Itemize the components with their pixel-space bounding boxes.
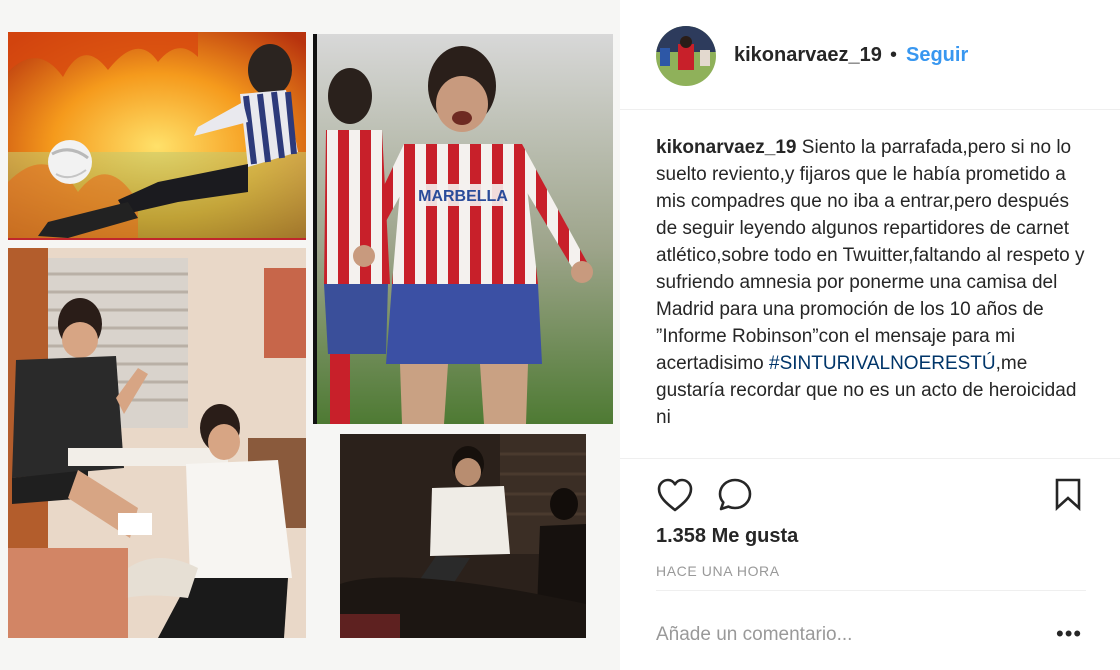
- photo-physio-room: [8, 248, 306, 638]
- post-header: kikonarvaez_19 • Seguir: [620, 0, 1120, 110]
- add-comment-section: •••: [656, 590, 1086, 670]
- divider-black: [313, 34, 317, 424]
- follow-button[interactable]: Seguir: [906, 44, 968, 67]
- shirt-sponsor-text: MARBELLA: [418, 188, 508, 205]
- post-timestamp: HACE UNA HORA: [656, 563, 780, 579]
- photo-dark-room: [340, 434, 586, 638]
- instagram-post: MARBELLA kikonarvaez_19 • Seguir kikonar…: [0, 0, 1120, 670]
- bookmark-icon[interactable]: [1054, 477, 1082, 511]
- avatar[interactable]: [656, 26, 716, 86]
- post-image-collage[interactable]: MARBELLA: [0, 0, 620, 670]
- caption-hashtag[interactable]: #SINTURIVALNOERESTÚ: [769, 353, 996, 374]
- heart-outline-icon[interactable]: [656, 477, 694, 513]
- caption-username[interactable]: kikonarvaez_19: [656, 137, 797, 158]
- more-options-icon[interactable]: •••: [1056, 621, 1082, 647]
- divider-red: [8, 238, 306, 240]
- comment-input[interactable]: [656, 621, 1036, 649]
- post-caption: kikonarvaez_19 Siento la parrafada,pero …: [656, 134, 1094, 456]
- photo-volley-flames: [8, 32, 306, 240]
- likes-count[interactable]: 1.358 Me gusta: [656, 525, 798, 548]
- post-actions: 1.358 Me gusta HACE UNA HORA: [620, 458, 1120, 590]
- header-username[interactable]: kikonarvaez_19: [734, 44, 882, 67]
- post-sidebar: kikonarvaez_19 • Seguir kikonarvaez_19 S…: [620, 0, 1120, 670]
- header-separator: •: [890, 44, 898, 66]
- caption-text: Siento la parrafada,pero si no lo suelto…: [656, 137, 1085, 374]
- comment-bubble-icon[interactable]: [717, 477, 753, 513]
- photo-celebration-atletico: MARBELLA: [316, 34, 613, 424]
